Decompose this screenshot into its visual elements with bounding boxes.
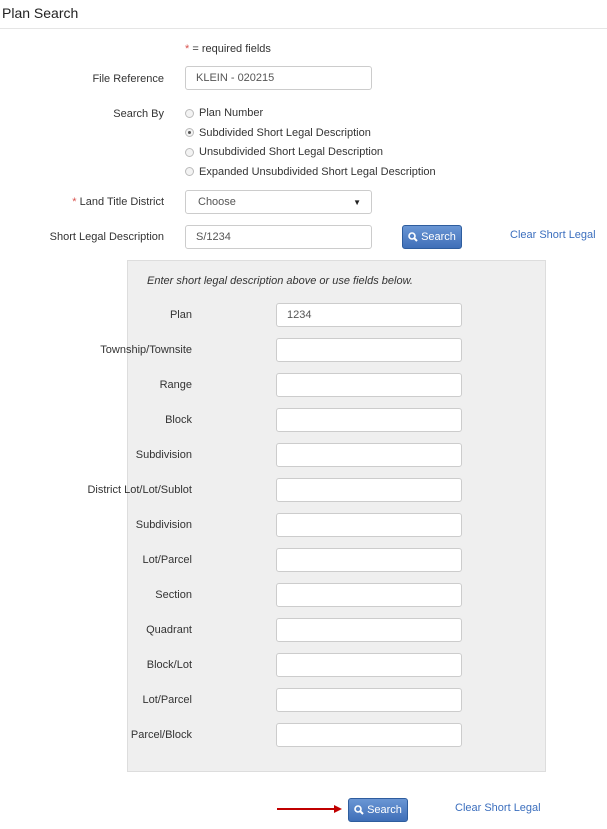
radio-button[interactable] <box>185 128 194 137</box>
radio-button[interactable] <box>185 167 194 176</box>
field-label: Section <box>155 589 192 601</box>
land-title-district-label: * Land Title District <box>72 196 164 208</box>
search-by-option[interactable]: Plan Number <box>185 107 263 119</box>
field-input[interactable] <box>276 443 462 467</box>
short-legal-input[interactable] <box>185 225 372 249</box>
bottom-clear-short-legal-link[interactable]: Clear Short Legal <box>455 802 541 814</box>
bottom-search-button[interactable]: Search <box>348 798 408 822</box>
field-label: Block/Lot <box>146 659 192 671</box>
field-label: Range <box>159 379 192 391</box>
field-input[interactable] <box>276 303 462 327</box>
legal-fields-panel: Enter short legal description above or u… <box>87 260 546 772</box>
search-by-label: Search By <box>113 108 164 120</box>
field-input[interactable] <box>276 373 462 397</box>
field-label: Lot/Parcel <box>142 554 192 566</box>
file-reference-input[interactable] <box>185 66 372 90</box>
field-input[interactable] <box>276 548 462 572</box>
divider <box>0 28 607 29</box>
caret-down-icon: ▼ <box>353 197 361 207</box>
search-by-option[interactable]: Expanded Unsubdivided Short Legal Descri… <box>185 166 436 178</box>
panel-instruction: Enter short legal description above or u… <box>147 275 413 287</box>
radio-button[interactable] <box>185 108 194 118</box>
search-icon <box>408 232 418 242</box>
field-label: Lot/Parcel <box>142 694 192 706</box>
field-label: Plan <box>169 309 192 321</box>
required-note: * = required fields <box>185 43 271 55</box>
field-input[interactable] <box>276 688 462 712</box>
field-label: Block <box>165 414 192 426</box>
field-label: Quadrant <box>146 624 192 636</box>
field-label: Parcel/Block <box>130 729 192 741</box>
field-label: District Lot/Lot/Sublot <box>87 484 192 496</box>
search-by-option[interactable]: Unsubdivided Short Legal Description <box>185 146 383 158</box>
field-input[interactable] <box>276 618 462 642</box>
page-title: Plan Search <box>2 5 79 21</box>
field-label: Township/Townsite <box>100 344 192 356</box>
field-input[interactable] <box>276 478 462 502</box>
field-label: Subdivision <box>135 519 192 531</box>
arrow-icon <box>277 805 342 813</box>
field-input[interactable] <box>276 513 462 537</box>
file-reference-label: File Reference <box>92 73 164 85</box>
field-input[interactable] <box>276 723 462 747</box>
search-by-option[interactable]: Subdivided Short Legal Description <box>185 127 371 139</box>
field-input[interactable] <box>276 338 462 362</box>
search-button[interactable]: Search <box>402 225 462 249</box>
radio-button[interactable] <box>185 147 194 157</box>
short-legal-label: Short Legal Description <box>49 231 164 243</box>
field-label: Subdivision <box>135 449 192 461</box>
search-icon <box>354 805 364 815</box>
clear-short-legal-link[interactable]: Clear Short Legal <box>510 229 596 241</box>
field-input[interactable] <box>276 653 462 677</box>
field-input[interactable] <box>276 408 462 432</box>
land-title-district-select[interactable]: Choose ▼ <box>185 190 372 214</box>
field-input[interactable] <box>276 583 462 607</box>
